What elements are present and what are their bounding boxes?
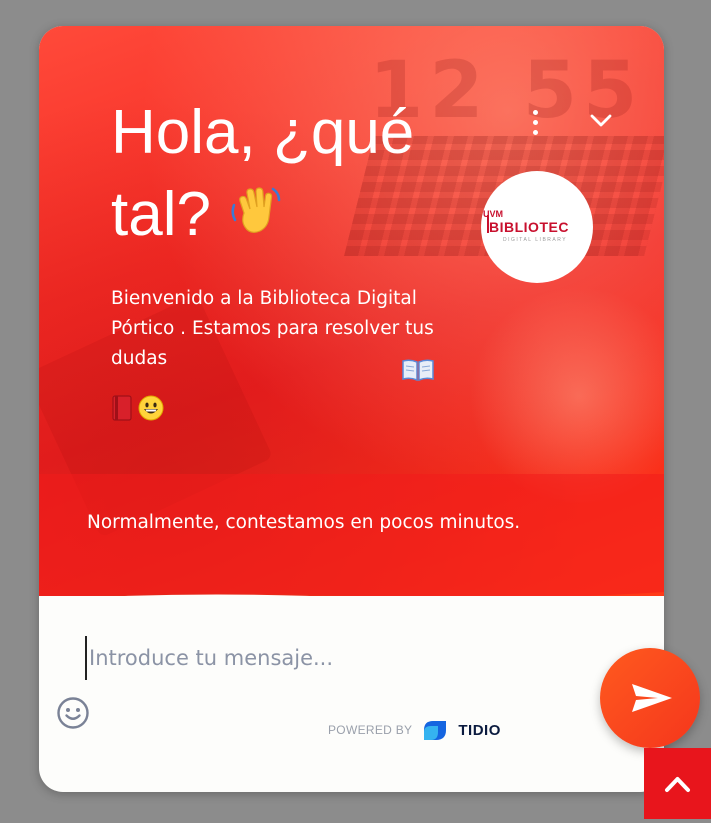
library-logo: UVM BIBLIOTEC DIGITAL LIBRARY [481, 171, 593, 283]
reply-time-notice: Normalmente, contestamos en pocos minuto… [87, 512, 521, 533]
waving-hand-emoji [228, 178, 284, 260]
more-options-button[interactable] [523, 106, 547, 142]
open-book-emoji [402, 359, 434, 382]
tidio-brand-name: TIDIO [458, 721, 501, 739]
grinning-face-emoji [138, 395, 164, 421]
chat-header: 12 55 Hola, ¿qué tal? UVM BIBLIOTEC DIGI… [39, 26, 664, 596]
smiley-icon [57, 697, 89, 729]
greeting-title-line2: tal? [111, 180, 211, 249]
welcome-emojis [111, 359, 434, 423]
scroll-to-top-button[interactable] [644, 748, 711, 819]
background-glow [469, 286, 664, 506]
logo-subtitle: DIGITAL LIBRARY [503, 237, 568, 243]
greeting-title-line1: Hola, ¿qué [111, 98, 415, 167]
collapse-chat-button[interactable] [583, 102, 619, 138]
powered-by-label: POWERED BY [328, 723, 413, 737]
paper-plane-icon [632, 684, 672, 712]
vertical-dots-icon [533, 130, 538, 135]
chevron-up-icon [665, 777, 690, 792]
closed-book-emoji [112, 395, 132, 421]
powered-by-tidio-link[interactable]: POWERED BY TIDIO [328, 718, 501, 742]
vertical-dots-icon [533, 110, 538, 115]
logo-tag: UVM [483, 209, 503, 219]
emoji-picker-button[interactable] [56, 696, 90, 730]
greeting-title: Hola, ¿qué tal? [111, 92, 471, 260]
chat-widget: 12 55 Hola, ¿qué tal? UVM BIBLIOTEC DIGI… [39, 26, 664, 792]
send-message-button[interactable] [600, 648, 700, 748]
vertical-dots-icon [533, 120, 538, 125]
message-input[interactable] [85, 636, 569, 680]
composer [39, 616, 664, 792]
logo-name: BIBLIOTEC [489, 219, 569, 235]
chevron-down-icon [590, 114, 612, 127]
welcome-message: Bienvenido a la Biblioteca Digital Pórti… [111, 288, 434, 369]
tidio-logo-icon [424, 721, 447, 740]
